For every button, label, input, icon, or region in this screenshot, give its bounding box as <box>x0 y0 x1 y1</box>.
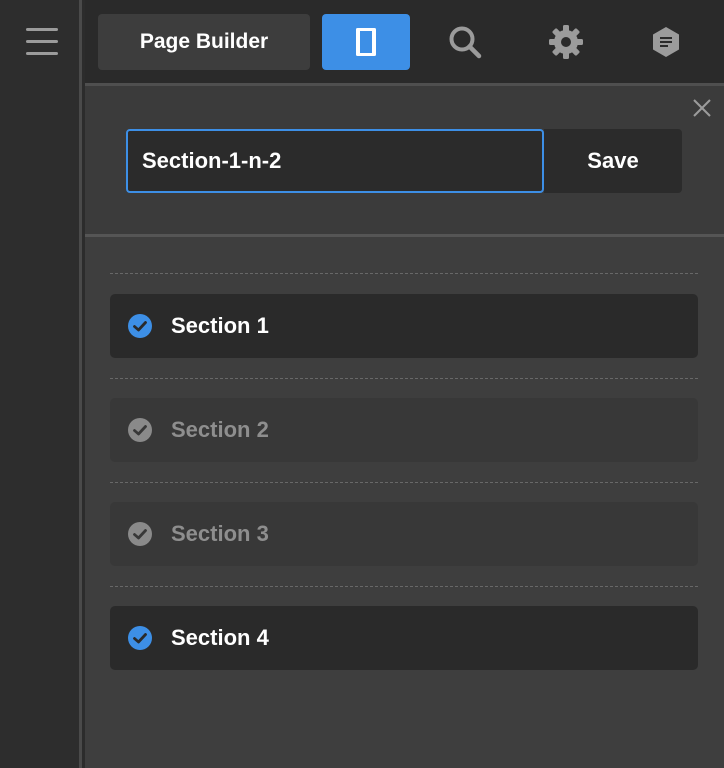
close-icon[interactable] <box>692 98 712 118</box>
drop-divider <box>110 586 698 587</box>
top-toolbar: Page Builder <box>85 0 724 83</box>
drop-divider <box>110 482 698 483</box>
section-name-editor: Save <box>85 83 724 237</box>
save-button[interactable]: Save <box>544 129 682 193</box>
section-item-4[interactable]: Section 4 <box>110 606 698 670</box>
section-item-2[interactable]: Section 2 <box>110 398 698 462</box>
layout-toggle-button[interactable] <box>322 14 410 70</box>
left-rail <box>0 0 82 768</box>
search-icon[interactable] <box>447 24 483 60</box>
drop-divider <box>110 378 698 379</box>
check-circle-icon[interactable] <box>128 626 152 650</box>
check-circle-icon[interactable] <box>128 314 152 338</box>
section-item-1[interactable]: Section 1 <box>110 294 698 358</box>
document-icon[interactable] <box>648 24 684 60</box>
panel-layout-icon <box>356 28 376 56</box>
section-label: Section 4 <box>171 625 269 650</box>
drop-divider <box>110 273 698 274</box>
gear-icon[interactable] <box>548 24 584 60</box>
section-label: Section 2 <box>171 417 269 442</box>
check-circle-icon[interactable] <box>128 522 152 546</box>
sections-panel: Save Section 1 Section 2 Section 3 <box>85 83 724 768</box>
check-circle-icon[interactable] <box>128 418 152 442</box>
hamburger-icon[interactable] <box>26 26 58 58</box>
section-label: Section 1 <box>171 313 269 338</box>
page-builder-app: Page Builder Section-1-n-2 Save Section … <box>0 0 724 768</box>
section-item-3[interactable]: Section 3 <box>110 502 698 566</box>
section-name-input[interactable] <box>126 129 544 193</box>
page-builder-button[interactable]: Page Builder <box>98 14 310 70</box>
section-label: Section 3 <box>171 521 269 546</box>
